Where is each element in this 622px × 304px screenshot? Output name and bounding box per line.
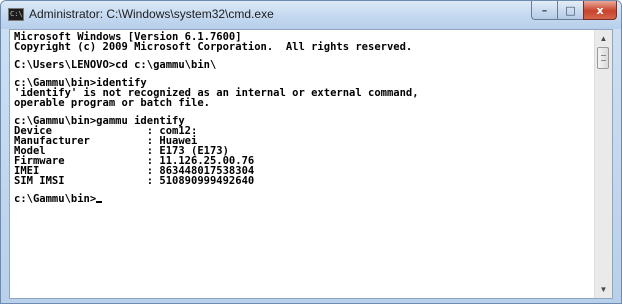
- title-bar[interactable]: C:\ Administrator: C:\Windows\system32\c…: [1, 1, 621, 29]
- console-line-text: Copyright (c) 2009 Microsoft Corporation…: [14, 41, 413, 53]
- close-button[interactable]: x: [583, 1, 617, 20]
- console-line: c:\Gammu\bin>: [14, 194, 594, 204]
- console-area[interactable]: Microsoft Windows [Version 6.1.7600] Copy…: [9, 29, 613, 299]
- console-line-text: operable program or batch file.: [14, 97, 210, 109]
- console-line-text: SIM IMSI : 510890999492640: [14, 175, 255, 187]
- vertical-scrollbar[interactable]: ▲ ▼: [594, 30, 612, 298]
- close-icon: x: [596, 3, 604, 17]
- console-line: SIM IMSI : 510890999492640: [14, 175, 594, 187]
- maximize-button[interactable]: □: [557, 1, 584, 20]
- console-line: operable program or batch file.: [14, 97, 594, 109]
- cmd-window: C:\ Administrator: C:\Windows\system32\c…: [0, 0, 622, 304]
- console-line: Copyright (c) 2009 Microsoft Corporation…: [14, 41, 594, 53]
- scroll-up-arrow-icon[interactable]: ▲: [595, 30, 612, 47]
- maximize-icon: □: [565, 3, 576, 17]
- console-line-text: c:\Gammu\bin>: [14, 193, 97, 205]
- text-cursor: [96, 201, 103, 203]
- console-output[interactable]: Microsoft Windows [Version 6.1.7600] Copy…: [10, 30, 594, 298]
- scrollbar-thumb[interactable]: [597, 47, 609, 69]
- scroll-down-arrow-icon[interactable]: ▼: [595, 281, 612, 298]
- scrollbar-grip-icon: [601, 55, 606, 61]
- console-line: C:\Users\LENOVO>cd c:\gammu\bin\: [14, 59, 594, 71]
- minimize-icon: –: [541, 3, 548, 17]
- console-line-text: C:\Users\LENOVO>cd c:\gammu\bin\: [14, 59, 217, 71]
- cmd-icon[interactable]: C:\: [8, 8, 24, 21]
- minimize-button[interactable]: –: [531, 1, 558, 20]
- window-title: Administrator: C:\Windows\system32\cmd.e…: [29, 7, 274, 21]
